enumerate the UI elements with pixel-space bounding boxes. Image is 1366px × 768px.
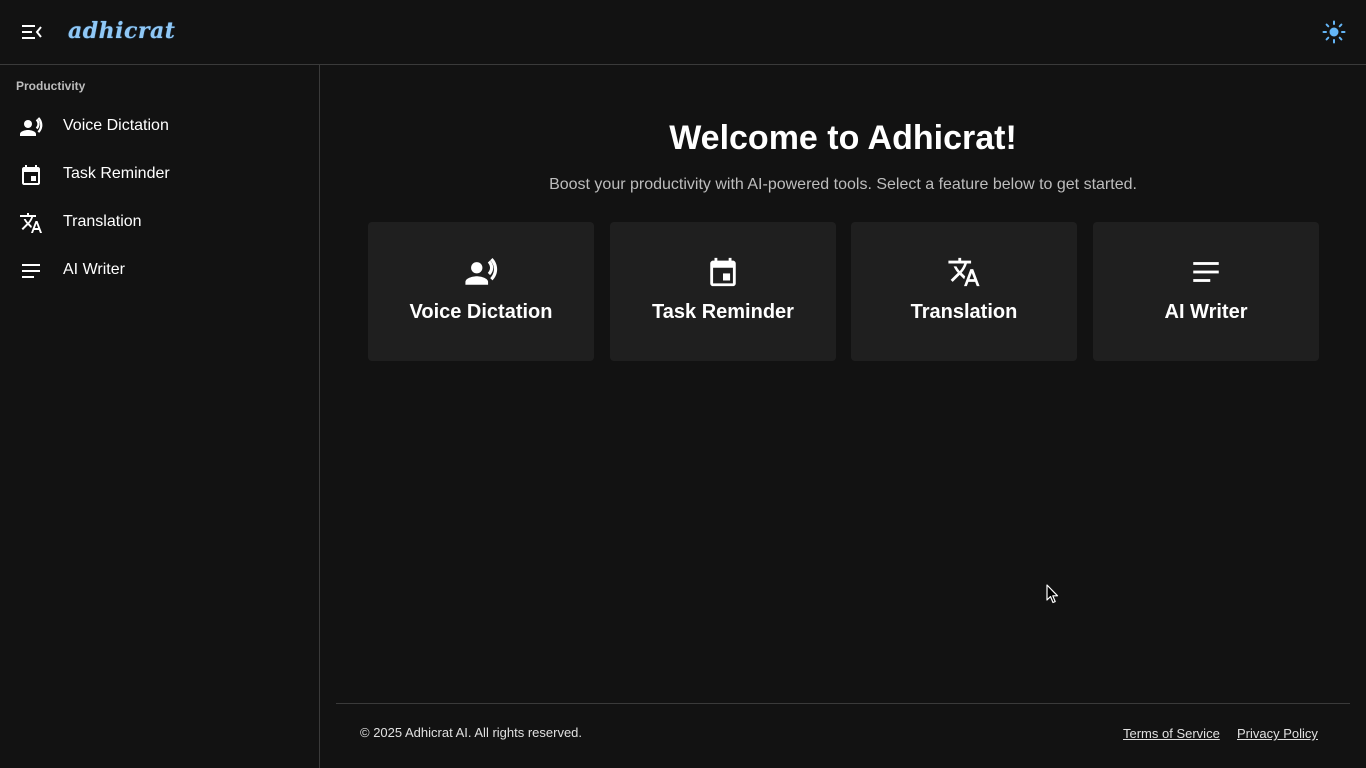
sidebar-item-label: AI Writer [63,261,125,278]
menu-open-icon [22,25,42,39]
calendar-event-icon [19,163,43,187]
feature-card-label: Translation [910,301,1018,323]
logo-text: adhicrat [68,18,176,44]
feature-card-label: AI Writer [1164,301,1248,323]
theme-toggle-button[interactable] [1318,16,1350,48]
record-voice-icon [368,254,594,290]
mouse-cursor-icon [1046,584,1059,604]
feature-card-ai-writer[interactable]: AI Writer [1093,222,1319,361]
sidebar-item-voice-dictation[interactable]: Voice Dictation [0,103,319,151]
record-voice-icon [19,115,43,139]
sidebar: Productivity Voice Dictation Task Remind… [0,65,320,768]
page-title: Welcome to Adhicrat! [669,119,1017,157]
logo[interactable]: adhicrat [68,17,175,45]
terms-of-service-link[interactable]: Terms of Service [1123,726,1220,741]
sun-icon [1322,20,1346,44]
app: adhicrat Productivity Voice Dictation Ta… [0,0,1366,768]
feature-card-label: Task Reminder [652,301,794,323]
page-subtitle: Boost your productivity with AI-powered … [549,176,1137,193]
feature-card-task-reminder[interactable]: Task Reminder [610,222,836,361]
footer: © 2025 Adhicrat AI. All rights reserved.… [336,703,1350,768]
feature-card-label: Voice Dictation [409,301,553,323]
copyright-text: © 2025 Adhicrat AI. All rights reserved. [360,725,583,740]
main-content: Welcome to Adhicrat! Boost your producti… [320,65,1366,768]
calendar-event-icon [610,254,836,290]
sidebar-item-ai-writer[interactable]: AI Writer [0,247,319,295]
feature-card-translation[interactable]: Translation [851,222,1077,361]
sidebar-item-task-reminder[interactable]: Task Reminder [0,151,319,199]
sidebar-item-label: Voice Dictation [63,117,169,134]
privacy-policy-link[interactable]: Privacy Policy [1237,726,1318,741]
sidebar-item-label: Task Reminder [63,165,170,182]
translate-icon [19,211,43,235]
sidebar-item-label: Translation [63,213,142,230]
menu-toggle-button[interactable] [16,16,48,48]
notes-icon [19,259,43,283]
notes-icon [1093,254,1319,290]
top-app-bar: adhicrat [0,0,1366,65]
translate-icon [851,254,1077,290]
sidebar-item-translation[interactable]: Translation [0,199,319,247]
feature-card-voice-dictation[interactable]: Voice Dictation [368,222,594,361]
sidebar-section-title: Productivity [16,79,86,93]
